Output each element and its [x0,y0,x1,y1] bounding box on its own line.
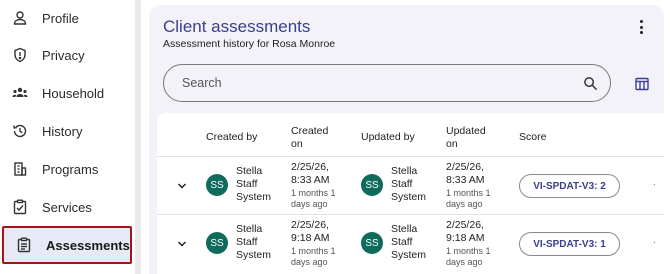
column-header-score[interactable]: Score [519,131,546,144]
created-relative-time: 1 months 1 days ago [291,246,336,268]
date-line: 2/25/26, [446,161,484,173]
chevron-down-icon[interactable] [177,239,187,249]
assessments-card: Client assessments Assessment history fo… [149,5,664,274]
column-header-created-by[interactable]: Created by [206,131,257,144]
relative-line: 1 months 1 [446,188,491,198]
created-by-name: Stella Staff System [236,223,271,262]
name-line: Staff [236,236,258,248]
name-line: Stella [236,223,263,235]
score-chip[interactable]: VI-SPDAT-V3: 1 [519,232,620,256]
shield-icon [12,47,28,63]
chevron-down-icon[interactable] [177,181,187,191]
avatar: SS [361,174,383,196]
date-line: 2/25/26, [291,219,329,231]
updated-relative-time: 1 months 1 days ago [446,246,491,268]
updated-by-name: Stella Staff System [391,223,426,262]
sidebar-item-label: Household [42,85,105,101]
avatar: SS [206,174,228,196]
updated-on-date: 2/25/26, 8:33 AM [446,161,485,187]
header-line: on [291,138,303,150]
sidebar-item-household[interactable]: Household [0,75,135,111]
name-line: Staff [236,178,258,190]
sidebar-item-profile[interactable]: Profile [0,0,135,36]
search-input[interactable] [182,76,562,90]
search-field[interactable] [163,64,611,102]
search-icon[interactable] [583,76,598,91]
relative-line: days ago [446,257,483,267]
column-header-updated-by[interactable]: Updated by [361,131,415,144]
date-line: 9:18 AM [291,232,330,244]
updated-relative-time: 1 months 1 days ago [446,188,491,210]
relative-line: 1 months 1 [291,188,336,198]
table-row: SS Stella Staff System 2/25/26, 9:18 AM … [157,214,664,272]
sidebar-divider [135,0,141,274]
history-icon [12,123,28,139]
sidebar-item-privacy[interactable]: Privacy [0,37,135,73]
name-line: System [391,191,427,203]
clipboard-list-icon [16,237,32,253]
sidebar-item-label: Programs [42,161,99,177]
person-icon [12,10,28,26]
name-line: Staff [391,178,413,190]
sidebar-item-label: Services [42,199,92,215]
created-on-date: 2/25/26, 9:18 AM [291,219,330,245]
sidebar-item-history[interactable]: History [0,113,135,149]
sidebar-item-services[interactable]: Services [0,189,135,225]
name-line: System [391,249,427,261]
name-line: Stella [391,165,418,177]
name-line: Stella [236,165,263,177]
page-subtitle: Assessment history for Rosa Monroe [163,38,336,50]
sidebar-item-assessments[interactable]: Assessments [2,226,132,264]
sidebar-item-programs[interactable]: Programs [0,151,135,187]
created-relative-time: 1 months 1 days ago [291,188,336,210]
created-by-name: Stella Staff System [236,165,271,204]
relative-line: days ago [291,257,328,267]
date-line: 2/25/26, [291,161,329,173]
date-line: 9:18 AM [446,232,485,244]
table-row: SS Stella Staff System 2/25/26, 8:33 AM … [157,156,664,214]
group-icon [12,85,28,101]
avatar: SS [361,232,383,254]
sidebar-item-label: Profile [42,10,79,26]
row-overflow-marker: . [653,235,656,246]
row-overflow-marker: . [653,177,656,188]
updated-by-name: Stella Staff System [391,165,426,204]
sidebar-item-label: Assessments [46,237,130,253]
name-line: Stella [391,223,418,235]
date-line: 2/25/26, [446,219,484,231]
name-line: Staff [391,236,413,248]
relative-line: 1 months 1 [446,246,491,256]
building-icon [12,161,28,177]
name-line: System [236,249,272,261]
header-line: Updated [446,125,486,137]
sidebar-item-label: Privacy [42,47,85,63]
date-line: 8:33 AM [291,174,330,186]
relative-line: 1 months 1 [291,246,336,256]
score-chip[interactable]: VI-SPDAT-V3: 2 [519,174,620,198]
clipboard-check-icon [12,199,28,215]
date-line: 8:33 AM [446,174,485,186]
column-header-updated-on[interactable]: Updated on [446,125,486,151]
header-line: Created [291,125,329,137]
relative-line: days ago [446,199,483,209]
name-line: System [236,191,272,203]
updated-on-date: 2/25/26, 9:18 AM [446,219,485,245]
columns-icon[interactable] [635,77,649,91]
avatar: SS [206,232,228,254]
header-line: on [446,138,458,150]
relative-line: days ago [291,199,328,209]
assessments-table: Created by Created on Updated by Updated… [157,113,664,274]
page-title: Client assessments [163,17,311,36]
sidebar-item-label: History [42,123,83,139]
column-header-created-on[interactable]: Created on [291,125,328,151]
sidebar: Profile Privacy Household History Progra… [0,0,135,274]
more-options-icon[interactable] [633,18,649,36]
created-on-date: 2/25/26, 8:33 AM [291,161,330,187]
